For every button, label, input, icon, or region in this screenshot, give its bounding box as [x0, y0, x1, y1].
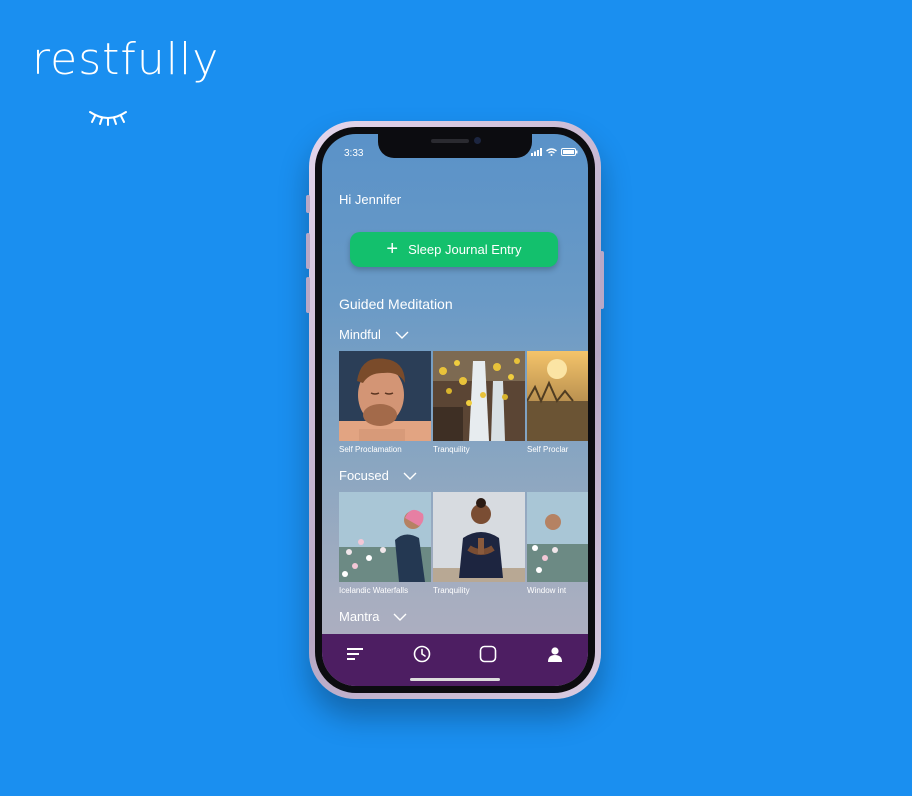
- thumbnail-sunset-field: [527, 351, 588, 441]
- category-label: Mindful: [339, 327, 381, 342]
- sleep-journal-entry-button[interactable]: + Sleep Journal Entry: [350, 232, 558, 267]
- thumbnail-woman-in-flowers: [339, 492, 431, 582]
- category-mindful[interactable]: Mindful: [339, 327, 409, 342]
- thumbnail-waterfall: [433, 351, 525, 441]
- signal-icon: [531, 148, 542, 156]
- brand-logo-text: restfully: [32, 34, 220, 85]
- phone-power-button: [600, 251, 604, 309]
- section-title: Guided Meditation: [339, 296, 453, 312]
- phone-notch: [378, 134, 532, 158]
- phone-mute-switch: [306, 195, 310, 213]
- home-indicator: [410, 678, 500, 681]
- card-caption: Self Proclamation: [339, 445, 402, 454]
- phone-volume-up: [306, 233, 310, 269]
- front-camera: [474, 137, 481, 144]
- card-caption: Window int: [527, 586, 567, 595]
- meditation-card[interactable]: Icelandic Waterfalls: [339, 492, 431, 595]
- meditation-card[interactable]: Tranquility: [433, 492, 525, 595]
- chevron-down-icon: [393, 613, 407, 621]
- speaker-grille: [431, 139, 469, 143]
- wifi-icon: [546, 148, 557, 156]
- focused-row: Icelandic Waterfalls Tranquility Window …: [339, 492, 588, 595]
- card-caption: Tranquility: [433, 445, 470, 454]
- battery-icon: [561, 148, 578, 156]
- meditation-card[interactable]: Self Proclar: [527, 351, 588, 454]
- thumbnail-man-portrait: [339, 351, 431, 441]
- thumbnail-flower-field: [527, 492, 588, 582]
- card-caption: Self Proclar: [527, 445, 569, 454]
- status-time: 3:33: [344, 148, 364, 159]
- profile-icon[interactable]: [543, 642, 567, 666]
- plus-icon: +: [386, 237, 399, 260]
- chevron-down-icon: [395, 331, 409, 339]
- category-mantra[interactable]: Mantra: [339, 609, 407, 624]
- greeting-text: Hi Jennifer: [339, 192, 402, 207]
- meditation-card[interactable]: Self Proclamation: [339, 351, 431, 454]
- thumbnail-woman-meditating: [433, 492, 525, 582]
- phone-volume-down: [306, 277, 310, 313]
- meditation-card[interactable]: Window int: [527, 492, 588, 595]
- chevron-down-icon: [403, 472, 417, 480]
- mindful-row: Self Proclamation Tranquility Self Procl…: [339, 351, 588, 454]
- status-icons: [531, 148, 578, 156]
- category-label: Mantra: [339, 609, 380, 624]
- category-label: Focused: [339, 468, 389, 483]
- card-caption: Icelandic Waterfalls: [339, 586, 409, 595]
- app-screen: 3:33 Hi Jennifer + Sleep Journal Entry G…: [322, 134, 588, 686]
- clock-icon[interactable]: [410, 642, 434, 666]
- sleep-journal-entry-label: Sleep Journal Entry: [408, 242, 522, 257]
- square-icon[interactable]: [476, 642, 500, 666]
- card-caption: Tranquility: [433, 586, 470, 595]
- category-focused[interactable]: Focused: [339, 468, 417, 483]
- meditation-card[interactable]: Tranquility: [433, 351, 525, 454]
- closed-eye-icon: [89, 111, 127, 126]
- phone-mockup: 3:33 Hi Jennifer + Sleep Journal Entry G…: [306, 121, 604, 699]
- menu-icon[interactable]: [343, 642, 367, 666]
